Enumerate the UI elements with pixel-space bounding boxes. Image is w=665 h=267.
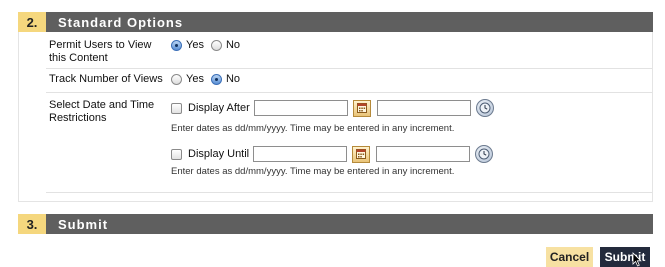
display-after-row: Display After — [171, 99, 494, 117]
display-until-checkbox[interactable] — [171, 148, 182, 160]
permit-users-radio-group: Yes No — [171, 39, 247, 51]
standard-options-header: 2. Standard Options — [18, 12, 653, 32]
track-yes-label: Yes — [186, 73, 204, 85]
display-after-checkbox[interactable] — [171, 102, 182, 114]
display-after-date-input[interactable] — [253, 100, 348, 116]
display-until-time-input[interactable] — [376, 146, 471, 162]
display-until-row: Display Until — [171, 145, 494, 163]
row-divider — [46, 92, 652, 93]
calendar-icon[interactable] — [352, 99, 371, 117]
permit-yes-radio[interactable] — [171, 39, 182, 51]
display-after-hint: Enter dates as dd/mm/yyyy. Time may be e… — [171, 123, 455, 134]
section-title: Standard Options — [46, 12, 653, 32]
track-yes-radio[interactable] — [171, 73, 182, 85]
permit-yes-label: Yes — [186, 39, 204, 51]
permit-no-label: No — [225, 39, 241, 51]
row-divider — [46, 192, 652, 193]
date-restrictions-label-line2: Restrictions — [49, 112, 107, 124]
clock-icon[interactable] — [475, 145, 494, 163]
track-no-label: No — [225, 73, 241, 85]
clock-icon[interactable] — [475, 99, 494, 117]
date-restrictions-label: Select Date and Time Restrictions — [49, 99, 154, 125]
display-after-time-input[interactable] — [376, 100, 471, 116]
section-title: Submit — [46, 214, 653, 234]
permit-users-label-line2: this Content — [49, 52, 108, 64]
permit-no-radio[interactable] — [210, 39, 222, 51]
section-number: 2. — [18, 12, 46, 32]
display-until-hint: Enter dates as dd/mm/yyyy. Time may be e… — [171, 166, 455, 177]
track-no-radio[interactable] — [210, 73, 222, 85]
submit-section-header: 3. Submit — [18, 214, 653, 234]
mouse-cursor-icon — [632, 252, 642, 267]
display-until-label: Display Until — [188, 148, 250, 160]
display-after-label: Display After — [188, 102, 250, 114]
section-number: 3. — [18, 214, 46, 234]
permit-users-label: Permit Users to View this Content — [49, 39, 152, 65]
track-views-label: Track Number of Views — [49, 73, 163, 85]
calendar-icon[interactable] — [352, 145, 371, 163]
cancel-button[interactable]: Cancel — [546, 247, 593, 267]
permit-users-label-line1: Permit Users to View — [49, 39, 152, 51]
date-restrictions-label-line1: Select Date and Time — [49, 99, 155, 111]
track-views-radio-group: Yes No — [171, 73, 247, 85]
row-divider — [46, 68, 652, 69]
submit-button[interactable]: Submit — [600, 247, 650, 267]
display-until-date-input[interactable] — [253, 146, 348, 162]
